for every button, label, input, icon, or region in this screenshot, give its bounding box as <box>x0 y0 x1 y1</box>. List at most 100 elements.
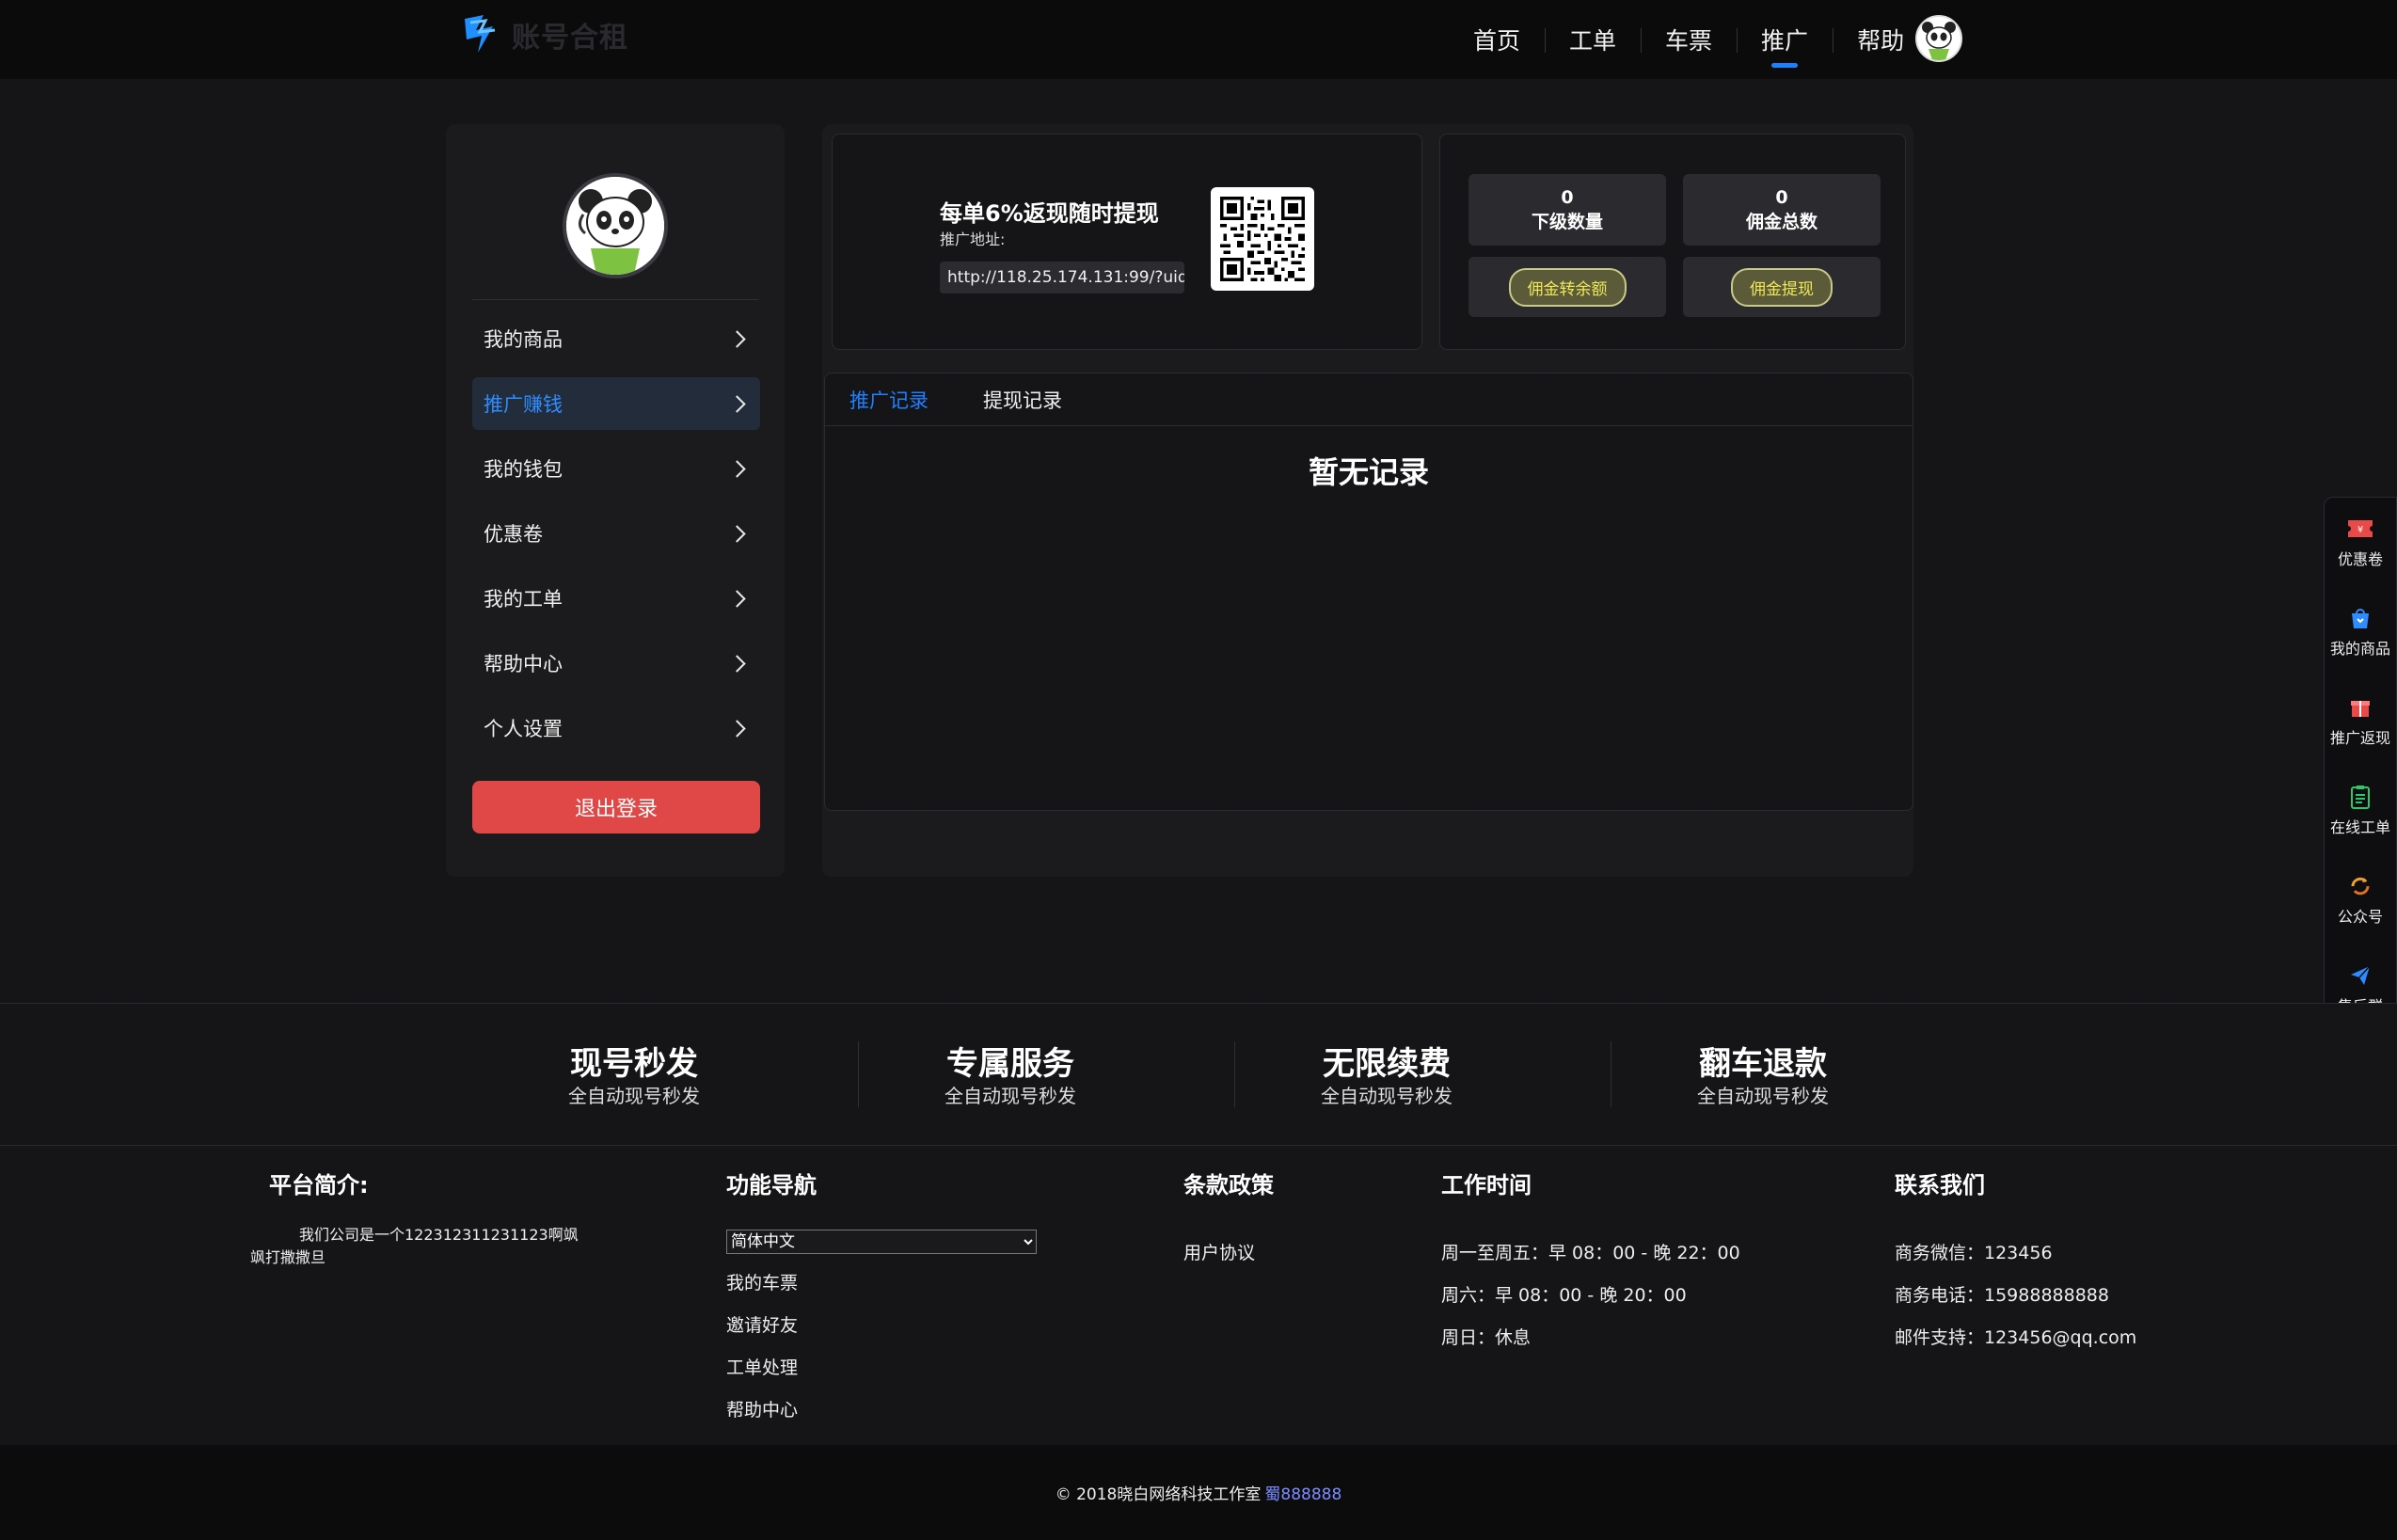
footer-contact: 联系我们 商务微信：123456 商务电话：15988888888 邮件支持：1… <box>1895 1167 2136 1366</box>
float-item-label: 公众号 <box>2337 907 2383 926</box>
sidebar-item-label: 我的工单 <box>484 588 563 611</box>
sub-count-stat: 0 下级数量 <box>1468 174 1666 246</box>
chevron-right-icon <box>728 524 746 543</box>
float-item-official-account[interactable]: 公众号 <box>2325 855 2396 945</box>
feature-subtitle: 全自动现号秒发 <box>1697 1085 1829 1107</box>
coupon-icon: ¥ <box>2348 516 2373 541</box>
icp-link[interactable]: 蜀888888 <box>1264 1481 1341 1504</box>
logo-icon <box>457 13 504 56</box>
qr-code <box>1211 187 1314 291</box>
feature-refund: 翻车退款 全自动现号秒发 <box>1622 1045 1904 1109</box>
footer-link-ticket-handling[interactable]: 工单处理 <box>726 1354 1037 1396</box>
nav-promotion[interactable]: 推广 <box>1737 0 1833 79</box>
tab-withdraw-records[interactable]: 提现记录 <box>983 386 1062 414</box>
sidebar-item-label: 我的钱包 <box>484 458 563 481</box>
float-item-label: 在线工单 <box>2329 818 2390 836</box>
sidebar-menu: 我的商品 推广赚钱 我的钱包 优惠卷 我的工单 帮助中心 个人设置 <box>472 312 760 767</box>
float-item-label: 我的商品 <box>2329 639 2390 658</box>
tab-promotion-records[interactable]: 推广记录 <box>849 386 929 414</box>
float-item-my-products[interactable]: 我的商品 <box>2325 587 2396 676</box>
send-icon <box>2348 963 2373 988</box>
float-item-promotion-cashback[interactable]: 推广返现 <box>2325 676 2396 766</box>
chevron-right-icon <box>728 394 746 413</box>
sidebar-item-help-center[interactable]: 帮助中心 <box>472 637 760 690</box>
footer-nav-title: 功能导航 <box>726 1172 817 1199</box>
float-item-online-ticket[interactable]: 在线工单 <box>2325 766 2396 855</box>
stats-card: 0 下级数量 0 佣金总数 佣金转余额 佣金提现 <box>1439 134 1906 350</box>
feature-divider <box>1234 1041 1235 1107</box>
sidebar-item-my-tickets[interactable]: 我的工单 <box>472 572 760 625</box>
footer-hours-saturday: 周六：早 08：00 - 晚 20：00 <box>1441 1285 1687 1306</box>
logout-button[interactable]: 退出登录 <box>472 781 760 834</box>
footer: 平台简介: 我们公司是一个122312311231123啊飒飒打撒撒旦 功能导航… <box>0 1146 2397 1445</box>
feature-subtitle: 全自动现号秒发 <box>568 1085 700 1107</box>
transfer-button-box: 佣金转余额 <box>1468 257 1666 317</box>
sidebar-divider <box>472 299 758 300</box>
float-item-label: 优惠卷 <box>2337 549 2383 568</box>
sidebar-item-coupons[interactable]: 优惠卷 <box>472 507 760 560</box>
nav-home[interactable]: 首页 <box>1449 0 1545 79</box>
promo-url-field[interactable]: http://118.25.174.131:99/?uid=1 <box>940 262 1184 294</box>
footer-link-user-agreement[interactable]: 用户协议 <box>1183 1239 1274 1281</box>
footer-about-title: 平台简介: <box>269 1172 369 1199</box>
chevron-right-icon <box>728 589 746 608</box>
withdraw-button-box: 佣金提现 <box>1683 257 1881 317</box>
main-nav: 首页 工单 车票 推广 帮助 <box>1449 0 1929 79</box>
feature-exclusive-service: 专属服务 全自动现号秒发 <box>869 1045 1151 1109</box>
footer-hours-title: 工作时间 <box>1441 1172 1532 1199</box>
sidebar-item-promotion[interactable]: 推广赚钱 <box>472 377 760 430</box>
sidebar-item-my-products[interactable]: 我的商品 <box>472 312 760 365</box>
withdraw-commission-button[interactable]: 佣金提现 <box>1731 267 1833 307</box>
footer-about-text: 我们公司是一个122312311231123啊飒飒打撒撒旦 <box>250 1226 579 1266</box>
clipboard-icon <box>2348 785 2373 809</box>
panda-avatar-icon <box>1917 17 1960 60</box>
commission-total-label: 佣金总数 <box>1745 212 1818 232</box>
footer-hours: 工作时间 周一至周五：早 08：00 - 晚 22：00 周六：早 08：00 … <box>1441 1167 1740 1366</box>
sidebar-item-label: 优惠卷 <box>484 523 543 546</box>
nav-help[interactable]: 帮助 <box>1833 0 1929 79</box>
bag-icon <box>2348 606 2373 630</box>
sidebar-item-settings[interactable]: 个人设置 <box>472 702 760 754</box>
profile-avatar[interactable] <box>563 173 668 278</box>
promo-card: 每单6%返现随时提现 推广地址: http://118.25.174.131:9… <box>832 134 1422 350</box>
footer-hours-weekday: 周一至周五：早 08：00 - 晚 22：00 <box>1441 1243 1740 1263</box>
main-panel: 每单6%返现随时提现 推广地址: http://118.25.174.131:9… <box>822 124 1913 877</box>
feature-instant-delivery: 现号秒发 全自动现号秒发 <box>493 1045 775 1109</box>
nav-tickets[interactable]: 工单 <box>1545 0 1641 79</box>
logo[interactable]: 账号合租 <box>457 13 628 56</box>
feature-title: 专属服务 <box>946 1045 1074 1083</box>
sidebar-item-label: 我的商品 <box>484 328 563 351</box>
footer-contact-email: 邮件支持：123456@qq.com <box>1895 1327 2137 1348</box>
feature-unlimited-renewal: 无限续费 全自动现号秒发 <box>1246 1045 1528 1109</box>
promo-address-label: 推广地址: <box>940 230 1006 248</box>
top-header: 账号合租 首页 工单 车票 推广 帮助 <box>0 0 2397 79</box>
logo-text: 账号合租 <box>512 22 628 55</box>
commission-total-stat: 0 佣金总数 <box>1683 174 1881 246</box>
float-item-coupons[interactable]: ¥ 优惠卷 <box>2325 498 2396 587</box>
feature-title: 翻车退款 <box>1699 1045 1827 1083</box>
records-tabs: 推广记录 提现记录 <box>825 373 1913 426</box>
copyright-text: © 2018晓白网络科技工作室 <box>1055 1485 1262 1504</box>
footer-link-help-center[interactable]: 帮助中心 <box>726 1396 1037 1438</box>
feature-divider <box>858 1041 859 1107</box>
qr-code-icon <box>1220 197 1305 281</box>
sidebar-item-label: 帮助中心 <box>484 653 563 675</box>
svg-text:¥: ¥ <box>2357 525 2363 535</box>
footer-contact-title: 联系我们 <box>1895 1172 1985 1199</box>
feature-subtitle: 全自动现号秒发 <box>1321 1085 1452 1107</box>
feature-subtitle: 全自动现号秒发 <box>945 1085 1076 1107</box>
refresh-icon <box>2348 874 2373 898</box>
chevron-right-icon <box>728 719 746 738</box>
promo-title: 每单6%返现随时提现 <box>940 200 1159 227</box>
records-panel: 推广记录 提现记录 暂无记录 <box>824 373 1913 811</box>
language-select[interactable]: 简体中文 <box>726 1230 1037 1254</box>
user-avatar[interactable] <box>1915 15 1962 62</box>
chevron-right-icon <box>728 459 746 478</box>
sidebar-item-wallet[interactable]: 我的钱包 <box>472 442 760 495</box>
floating-toolbar: ¥ 优惠卷 我的商品 推广返现 在线工单 公众号 售后群 <box>2324 497 2397 1042</box>
footer-contact-wechat: 商务微信：123456 <box>1895 1243 2053 1263</box>
nav-rides[interactable]: 车票 <box>1641 0 1737 79</box>
transfer-to-balance-button[interactable]: 佣金转余额 <box>1508 267 1627 307</box>
footer-link-invite-friends[interactable]: 邀请好友 <box>726 1311 1037 1354</box>
footer-link-my-rides[interactable]: 我的车票 <box>726 1269 1037 1311</box>
